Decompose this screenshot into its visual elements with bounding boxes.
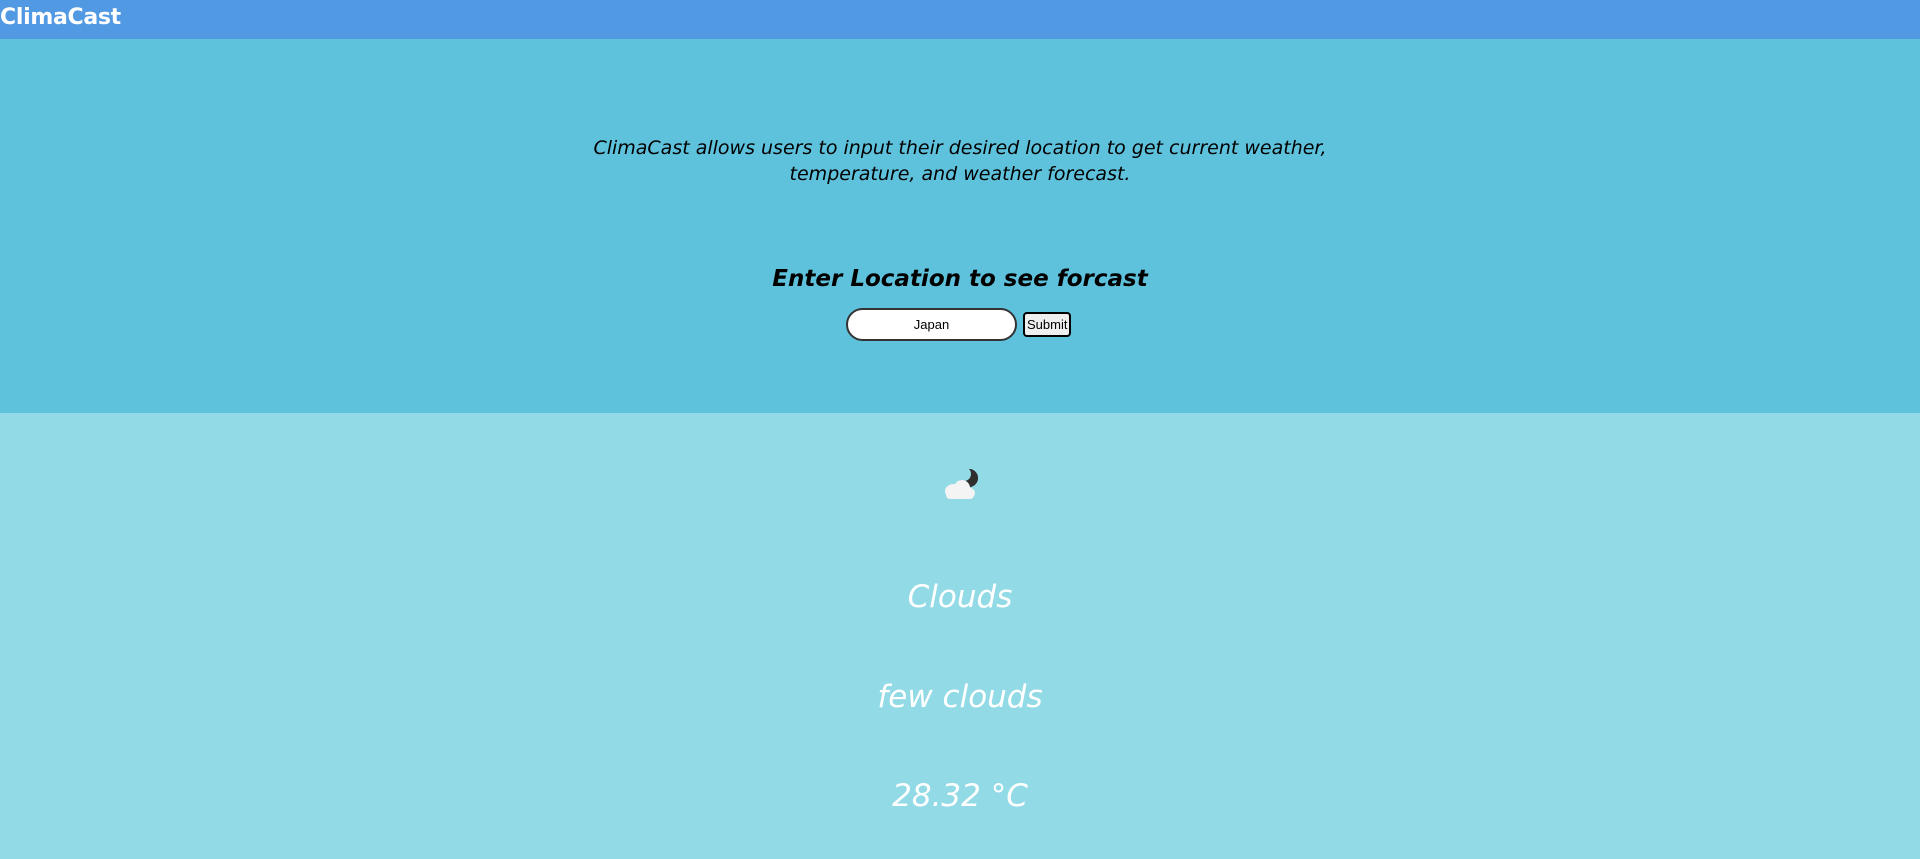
few-clouds-night-icon	[936, 466, 984, 502]
location-input[interactable]	[846, 307, 1017, 341]
submit-button[interactable]: Submit	[1023, 311, 1072, 337]
temperature-value: 28.32 °C	[892, 778, 1028, 814]
navbar: ClimaCast	[0, 0, 1920, 39]
app-title[interactable]: ClimaCast	[0, 4, 121, 32]
weather-condition: Clouds	[907, 579, 1013, 615]
location-prompt: Enter Location to see forcast	[772, 266, 1148, 292]
intro-text: ClimaCast allows users to input their de…	[593, 137, 1327, 185]
hero-section: ClimaCast allows users to input their de…	[0, 39, 1920, 413]
page: ClimaCast ClimaCast allows users to inpu…	[0, 0, 1920, 859]
location-form: Submit	[846, 307, 1072, 341]
weather-description: few clouds	[877, 679, 1043, 715]
